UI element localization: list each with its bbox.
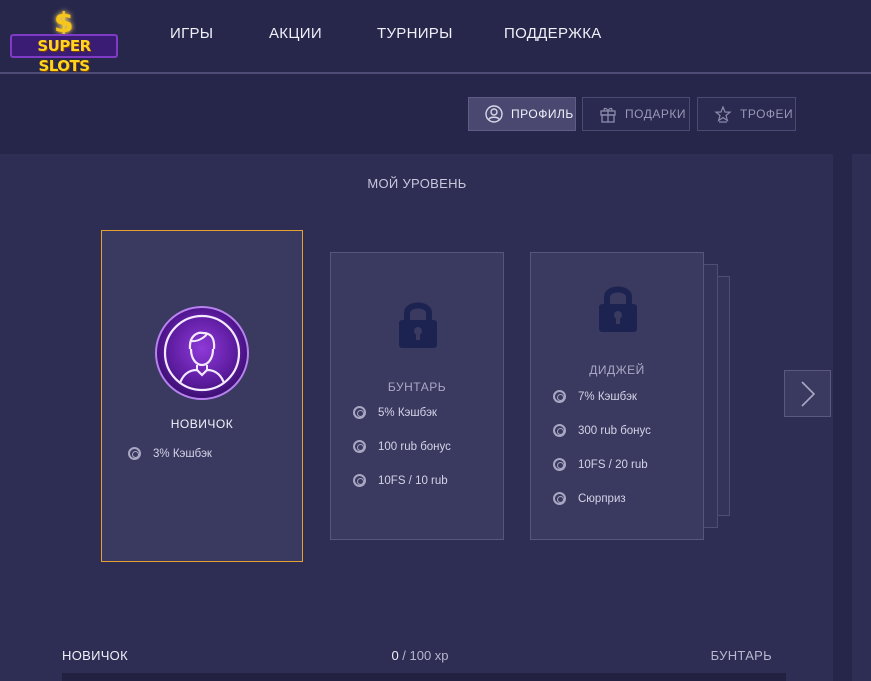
carousel-next-button[interactable] xyxy=(784,370,831,417)
perk-text: 10FS / 20 rub xyxy=(578,458,648,471)
level-name: ДИДЖЕЙ xyxy=(589,363,645,377)
perk-bullet-icon xyxy=(128,447,141,460)
tab-trophies-label: ТРОФЕИ xyxy=(740,107,794,121)
level-name: БУНТАРЬ xyxy=(387,380,447,394)
tab-profile-label: ПРОФИЛЬ xyxy=(511,107,574,121)
perk-item: 7% Кэшбэк xyxy=(553,390,637,403)
lock-icon xyxy=(599,286,637,332)
super-slots-logo[interactable]: $ SUPER SLOTS xyxy=(10,6,120,75)
top-navigation-bar: $ SUPER SLOTS ИГРЫ АКЦИИ ТУРНИРЫ ПОДДЕРЖ… xyxy=(0,0,871,75)
level-name: НОВИЧОК xyxy=(170,417,234,431)
perk-item: 10FS / 10 rub xyxy=(353,474,448,487)
perk-item: 3% Кэшбэк xyxy=(128,447,212,460)
xp-progress-bar xyxy=(62,673,786,681)
progress-xp: 0 / 100 xp xyxy=(340,648,500,663)
level-card-novice[interactable]: НОВИЧОК 3% Кэшбэк xyxy=(101,230,303,562)
xp-total: / 100 xp xyxy=(398,648,449,663)
tab-trophies[interactable]: ТРОФЕИ xyxy=(697,97,796,131)
perk-bullet-icon xyxy=(553,390,566,403)
perk-text: 5% Кэшбэк xyxy=(378,406,437,419)
perk-item: 5% Кэшбэк xyxy=(353,406,437,419)
logo-text: SUPER SLOTS xyxy=(10,34,118,75)
progress-next-level: БУНТАРЬ xyxy=(710,648,772,663)
gift-icon xyxy=(600,107,616,123)
user-circle-icon xyxy=(485,105,503,123)
perk-text: 100 rub бонус xyxy=(378,440,451,453)
perk-text: 300 rub бонус xyxy=(578,424,651,437)
tab-profile[interactable]: ПРОФИЛЬ xyxy=(468,97,576,131)
level-card-rebel[interactable]: БУНТАРЬ 5% Кэшбэк 100 rub бонус 10FS / 1… xyxy=(330,252,504,540)
nav-link-tournaments[interactable]: ТУРНИРЫ xyxy=(377,25,453,42)
perk-item: 10FS / 20 rub xyxy=(553,458,648,471)
chevron-right-icon xyxy=(800,380,815,407)
progress-current-level: НОВИЧОК xyxy=(62,648,128,663)
tab-gifts-label: ПОДАРКИ xyxy=(625,107,686,121)
nav-link-games[interactable]: ИГРЫ xyxy=(170,25,213,42)
card-stack-sheet xyxy=(702,264,718,528)
trophy-icon xyxy=(714,105,732,123)
level-card-dj[interactable]: ДИДЖЕЙ 7% Кэшбэк 300 rub бонус 10FS / 20… xyxy=(530,252,704,540)
perk-item: Сюрприз xyxy=(553,492,626,505)
perk-text: 7% Кэшбэк xyxy=(578,390,637,403)
perk-bullet-icon xyxy=(353,440,366,453)
perk-item: 300 rub бонус xyxy=(553,424,651,437)
perk-text: Сюрприз xyxy=(578,492,626,505)
perk-item: 100 rub бонус xyxy=(353,440,451,453)
perk-bullet-icon xyxy=(353,406,366,419)
perk-text: 3% Кэшбэк xyxy=(153,447,212,460)
xp-current: 0 xyxy=(391,648,399,663)
perk-text: 10FS / 10 rub xyxy=(378,474,448,487)
perk-bullet-icon xyxy=(353,474,366,487)
perk-bullet-icon xyxy=(553,424,566,437)
nav-link-promotions[interactable]: АКЦИИ xyxy=(269,25,322,42)
section-title: МОЙ УРОВЕНЬ xyxy=(367,176,467,191)
lock-icon xyxy=(399,302,437,348)
side-panel-edge xyxy=(852,154,871,681)
nav-link-support[interactable]: ПОДДЕРЖКА xyxy=(504,25,602,42)
perk-bullet-icon xyxy=(553,458,566,471)
avatar-icon xyxy=(155,306,249,400)
perk-bullet-icon xyxy=(553,492,566,505)
tab-gifts[interactable]: ПОДАРКИ xyxy=(582,97,690,131)
